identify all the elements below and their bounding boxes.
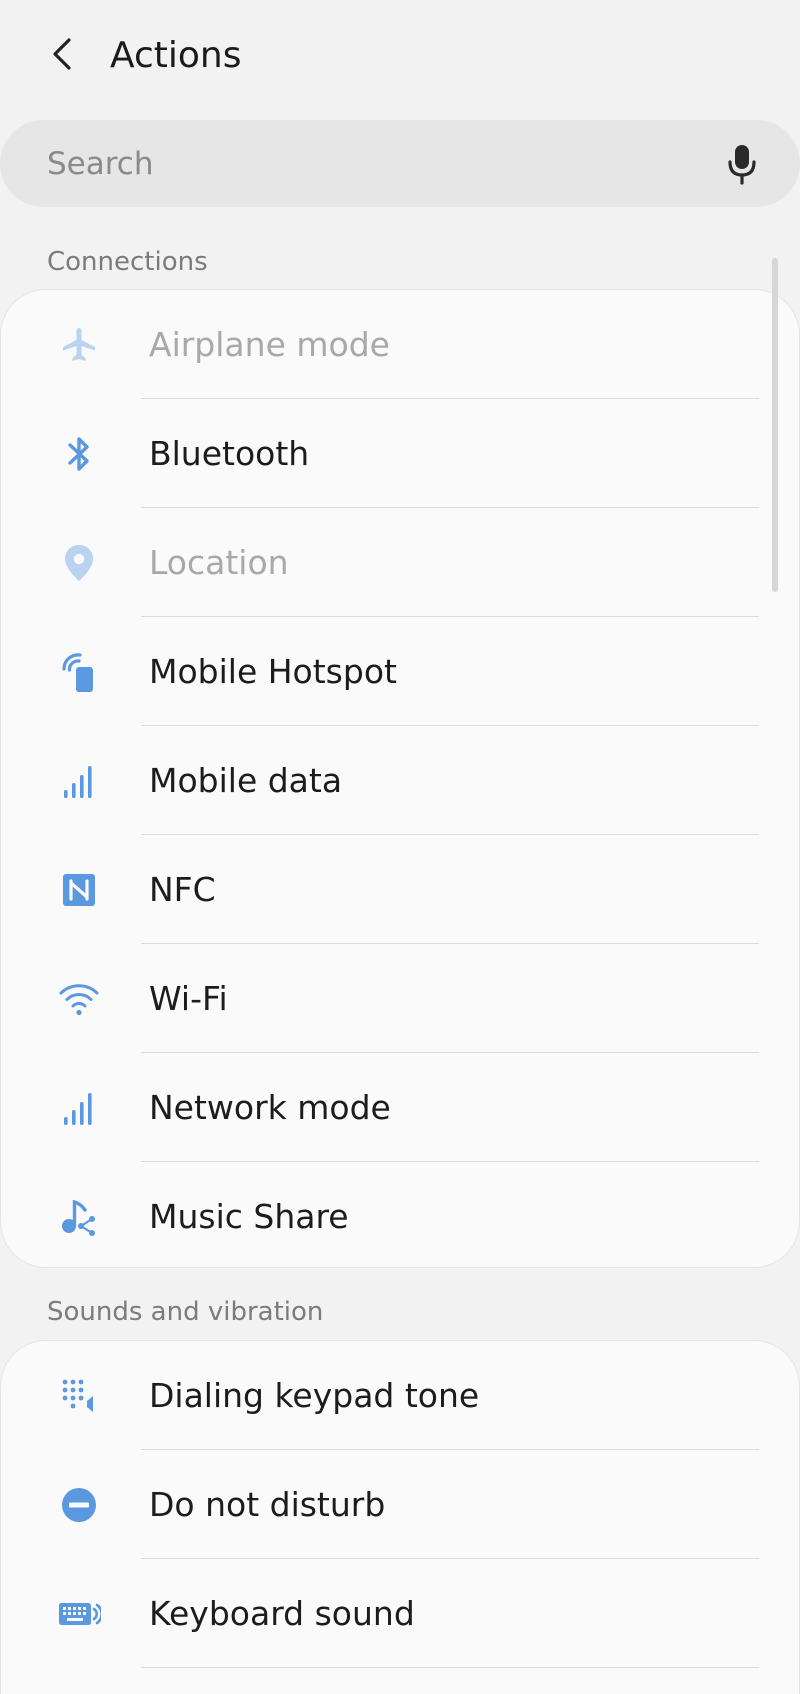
sounds-card: Dialing keypad tone Do not disturb Keybo… (0, 1340, 800, 1694)
list-item-do-not-disturb[interactable]: Do not disturb (1, 1450, 799, 1559)
keyboard-sound-icon (59, 1603, 101, 1625)
nfc-icon (63, 874, 95, 906)
bluetooth-icon (68, 437, 89, 471)
location-pin-icon (65, 545, 93, 581)
list-item-label: NFC (149, 870, 216, 909)
section-header-sounds-and-vibration: Sounds and vibration (47, 1297, 324, 1327)
list-item-label: Music Share (149, 1197, 349, 1236)
list-item-label: Airplane mode (149, 325, 390, 364)
microphone-icon (728, 145, 756, 185)
back-button[interactable] (34, 26, 90, 82)
search-input[interactable] (47, 120, 687, 207)
list-item-dialing-keypad-tone[interactable]: Dialing keypad tone (1, 1341, 799, 1450)
list-item-network-mode[interactable]: Network mode (1, 1053, 799, 1162)
actions-screen: Actions Connections Airplane mode (0, 0, 800, 1694)
keypad-tone-icon (62, 1379, 93, 1412)
list-item-label: Dialing keypad tone (149, 1376, 480, 1415)
list-item-label: Location (149, 543, 289, 582)
list-item-airplane-mode[interactable]: Airplane mode (1, 290, 799, 399)
list-item-label: Wi-Fi (149, 979, 228, 1018)
list-item-label: Keyboard sound (149, 1594, 415, 1633)
do-not-disturb-icon (62, 1488, 96, 1522)
hotspot-icon (62, 653, 93, 692)
list-item-label: Network mode (149, 1088, 391, 1127)
list-item-label: Do not disturb (149, 1485, 386, 1524)
connections-card: Airplane mode Bluetooth Location Mobile … (0, 289, 800, 1268)
airplane-icon (63, 328, 95, 361)
signal-bars-icon (64, 1093, 92, 1125)
list-item-label: Bluetooth (149, 434, 310, 473)
list-item-label: Mobile data (149, 761, 343, 800)
list-item-mobile-data[interactable]: Mobile data (1, 726, 799, 835)
list-item-bluetooth[interactable]: Bluetooth (1, 399, 799, 508)
list-item-wifi[interactable]: Wi-Fi (1, 944, 799, 1053)
signal-bars-icon (64, 766, 92, 798)
music-share-icon (62, 1199, 95, 1236)
chevron-left-icon (53, 38, 71, 70)
wifi-icon (59, 984, 99, 1016)
scrollbar-thumb[interactable] (772, 258, 778, 592)
list-item-label: Mobile Hotspot (149, 652, 397, 691)
list-item-location[interactable]: Location (1, 508, 799, 617)
list-item-keyboard-sound[interactable]: Keyboard sound (1, 1559, 799, 1668)
search-bar[interactable] (0, 120, 800, 207)
list-item-nfc[interactable]: NFC (1, 835, 799, 944)
section-header-connections: Connections (47, 247, 208, 277)
list-item-mobile-hotspot[interactable]: Mobile Hotspot (1, 617, 799, 726)
app-bar: Actions (0, 0, 800, 112)
divider (141, 1667, 759, 1668)
page-title: Actions (110, 35, 242, 76)
voice-search-button[interactable] (716, 138, 768, 190)
list-item-music-share[interactable]: Music Share (1, 1162, 799, 1267)
